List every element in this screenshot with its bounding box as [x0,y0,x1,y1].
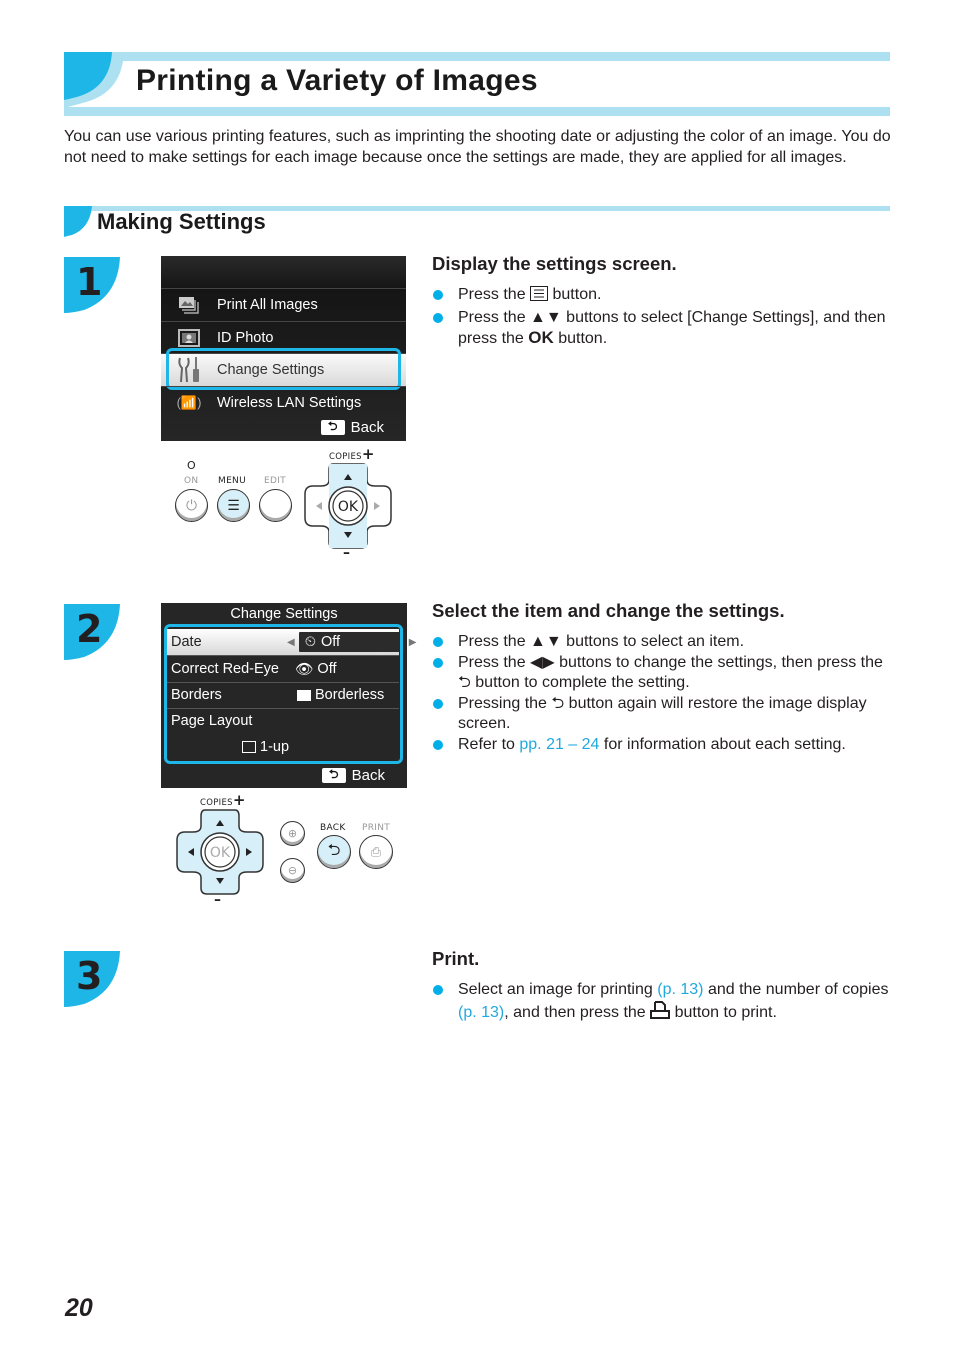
intro-paragraph: You can use various printing features, s… [64,128,891,166]
menu-icon: ☰ [227,497,240,514]
step-3-text: Print. Select an image for printing (p. … [432,948,892,1025]
left-right-arrows-icon: ◀▶ [530,653,555,671]
step-2-text: Select the item and change the settings.… [432,600,892,755]
bullet-item: Press the ▲▼ buttons to select [Change S… [432,308,892,350]
ok-key-label: OK [528,328,554,347]
menu-button[interactable]: ☰ [217,489,250,522]
print-button-label: PRINT [362,823,391,833]
back-icon: ⮌ [458,674,471,691]
on-indicator-lamp: O [187,459,196,472]
printer-controls-step2: COPIES+ OK – ⊕ ⊖ BACK PRINT ⮌ ⎙ [170,790,400,908]
selection-highlight [166,348,401,390]
menu-item-label: ID Photo [217,329,274,346]
ok-label: OK [210,845,231,861]
step-number-label: 1 [76,260,103,304]
back-icon: ⮌ [321,767,346,783]
back-hint[interactable]: ⮌ Back [320,419,384,436]
print-button[interactable]: ⎙ [359,835,393,869]
back-icon: ⮌ [327,839,341,859]
on-label: ON [184,476,199,486]
bullet-item: Press the ▲▼ buttons to select an item. [432,632,892,653]
zoom-in-button[interactable]: ⊕ [280,821,305,846]
step-1-text: Display the settings screen. Press the b… [432,253,892,350]
bullet-item: Select an image for printing (p. 13) and… [432,980,892,1025]
page-title: Printing a Variety of Images [136,64,538,97]
step-heading: Display the settings screen. [432,253,677,274]
back-button[interactable]: ⮌ [317,835,351,869]
step-number-2: 2 [64,604,122,660]
bullet-item: Press the button. [432,285,892,308]
edit-label: EDIT [264,476,286,486]
right-arrow-icon: ▶ [408,636,417,648]
menu-item-label: Print All Images [217,296,318,313]
minus-label: – [343,545,351,561]
step-number-1: 1 [64,257,122,313]
title-band-top [64,52,890,61]
page-reference-link[interactable]: pp. 21 – 24 [519,736,599,753]
page-reference-link[interactable]: (p. 13) [657,981,703,998]
step-number-label: 2 [76,607,103,651]
page-number: 20 [65,1294,93,1322]
print-icon [650,1000,671,1026]
bullet-item: Press the ◀▶ buttons to change the setti… [432,653,892,694]
zoom-in-icon: ⊕ [287,827,298,840]
menu-item-wireless-lan-settings[interactable]: (📶) Wireless LAN Settings [161,386,406,418]
zoom-out-icon: ⊖ [287,864,298,877]
step-number-3: 3 [64,951,122,1007]
page-reference-link[interactable]: (p. 13) [458,1004,504,1021]
step-heading: Print. [432,948,480,969]
menu-item-label: Wireless LAN Settings [217,394,362,411]
step-heading: Select the item and change the settings. [432,600,785,621]
printer-controls-step1: O ON MENU EDIT ⏻ ☰ COPIES+ OK – [165,445,405,561]
minus-label: – [214,892,222,908]
back-label: Back [350,419,384,436]
change-settings-screen: Change Settings Date ◀ ⏲ Off ▶ Correct R… [161,603,416,788]
menu-icon [530,286,549,308]
step-number-label: 3 [76,954,103,998]
menu-screen: Print All Images ID Photo Change Setting… [161,256,406,441]
back-button-label: BACK [320,823,346,833]
power-icon: ⏻ [185,497,198,514]
menu-label: MENU [218,476,246,486]
wireless-icon: (📶) [176,394,202,410]
back-icon: ⮌ [320,419,345,435]
screen-title: Change Settings [230,606,338,622]
section-tab-decoration [64,206,92,237]
bullet-item: Pressing the ⮌ button again will restore… [432,694,892,735]
back-icon: ⮌ [551,694,565,712]
menu-item-print-all-images[interactable]: Print All Images [161,288,406,320]
up-down-arrows-icon: ▲▼ [530,308,562,326]
selection-highlight [164,624,403,764]
title-band-bottom [64,107,890,116]
edit-button[interactable] [259,489,292,522]
id-photo-icon [161,328,217,347]
dpad[interactable]: OK [175,806,265,898]
back-hint[interactable]: ⮌ Back [321,767,385,784]
images-icon [161,296,217,314]
print-icon: ⎙ [370,844,382,860]
zoom-out-button[interactable]: ⊖ [280,858,305,883]
ok-label: OK [338,499,359,515]
power-button[interactable]: ⏻ [175,489,208,522]
dpad[interactable]: OK [303,460,393,552]
section-title: Making Settings [97,209,266,234]
back-label: Back [351,767,385,784]
title-tab-decoration [64,52,124,108]
up-down-arrows-icon: ▲▼ [530,633,562,650]
bullet-item: Refer to pp. 21 – 24 for information abo… [432,735,892,756]
